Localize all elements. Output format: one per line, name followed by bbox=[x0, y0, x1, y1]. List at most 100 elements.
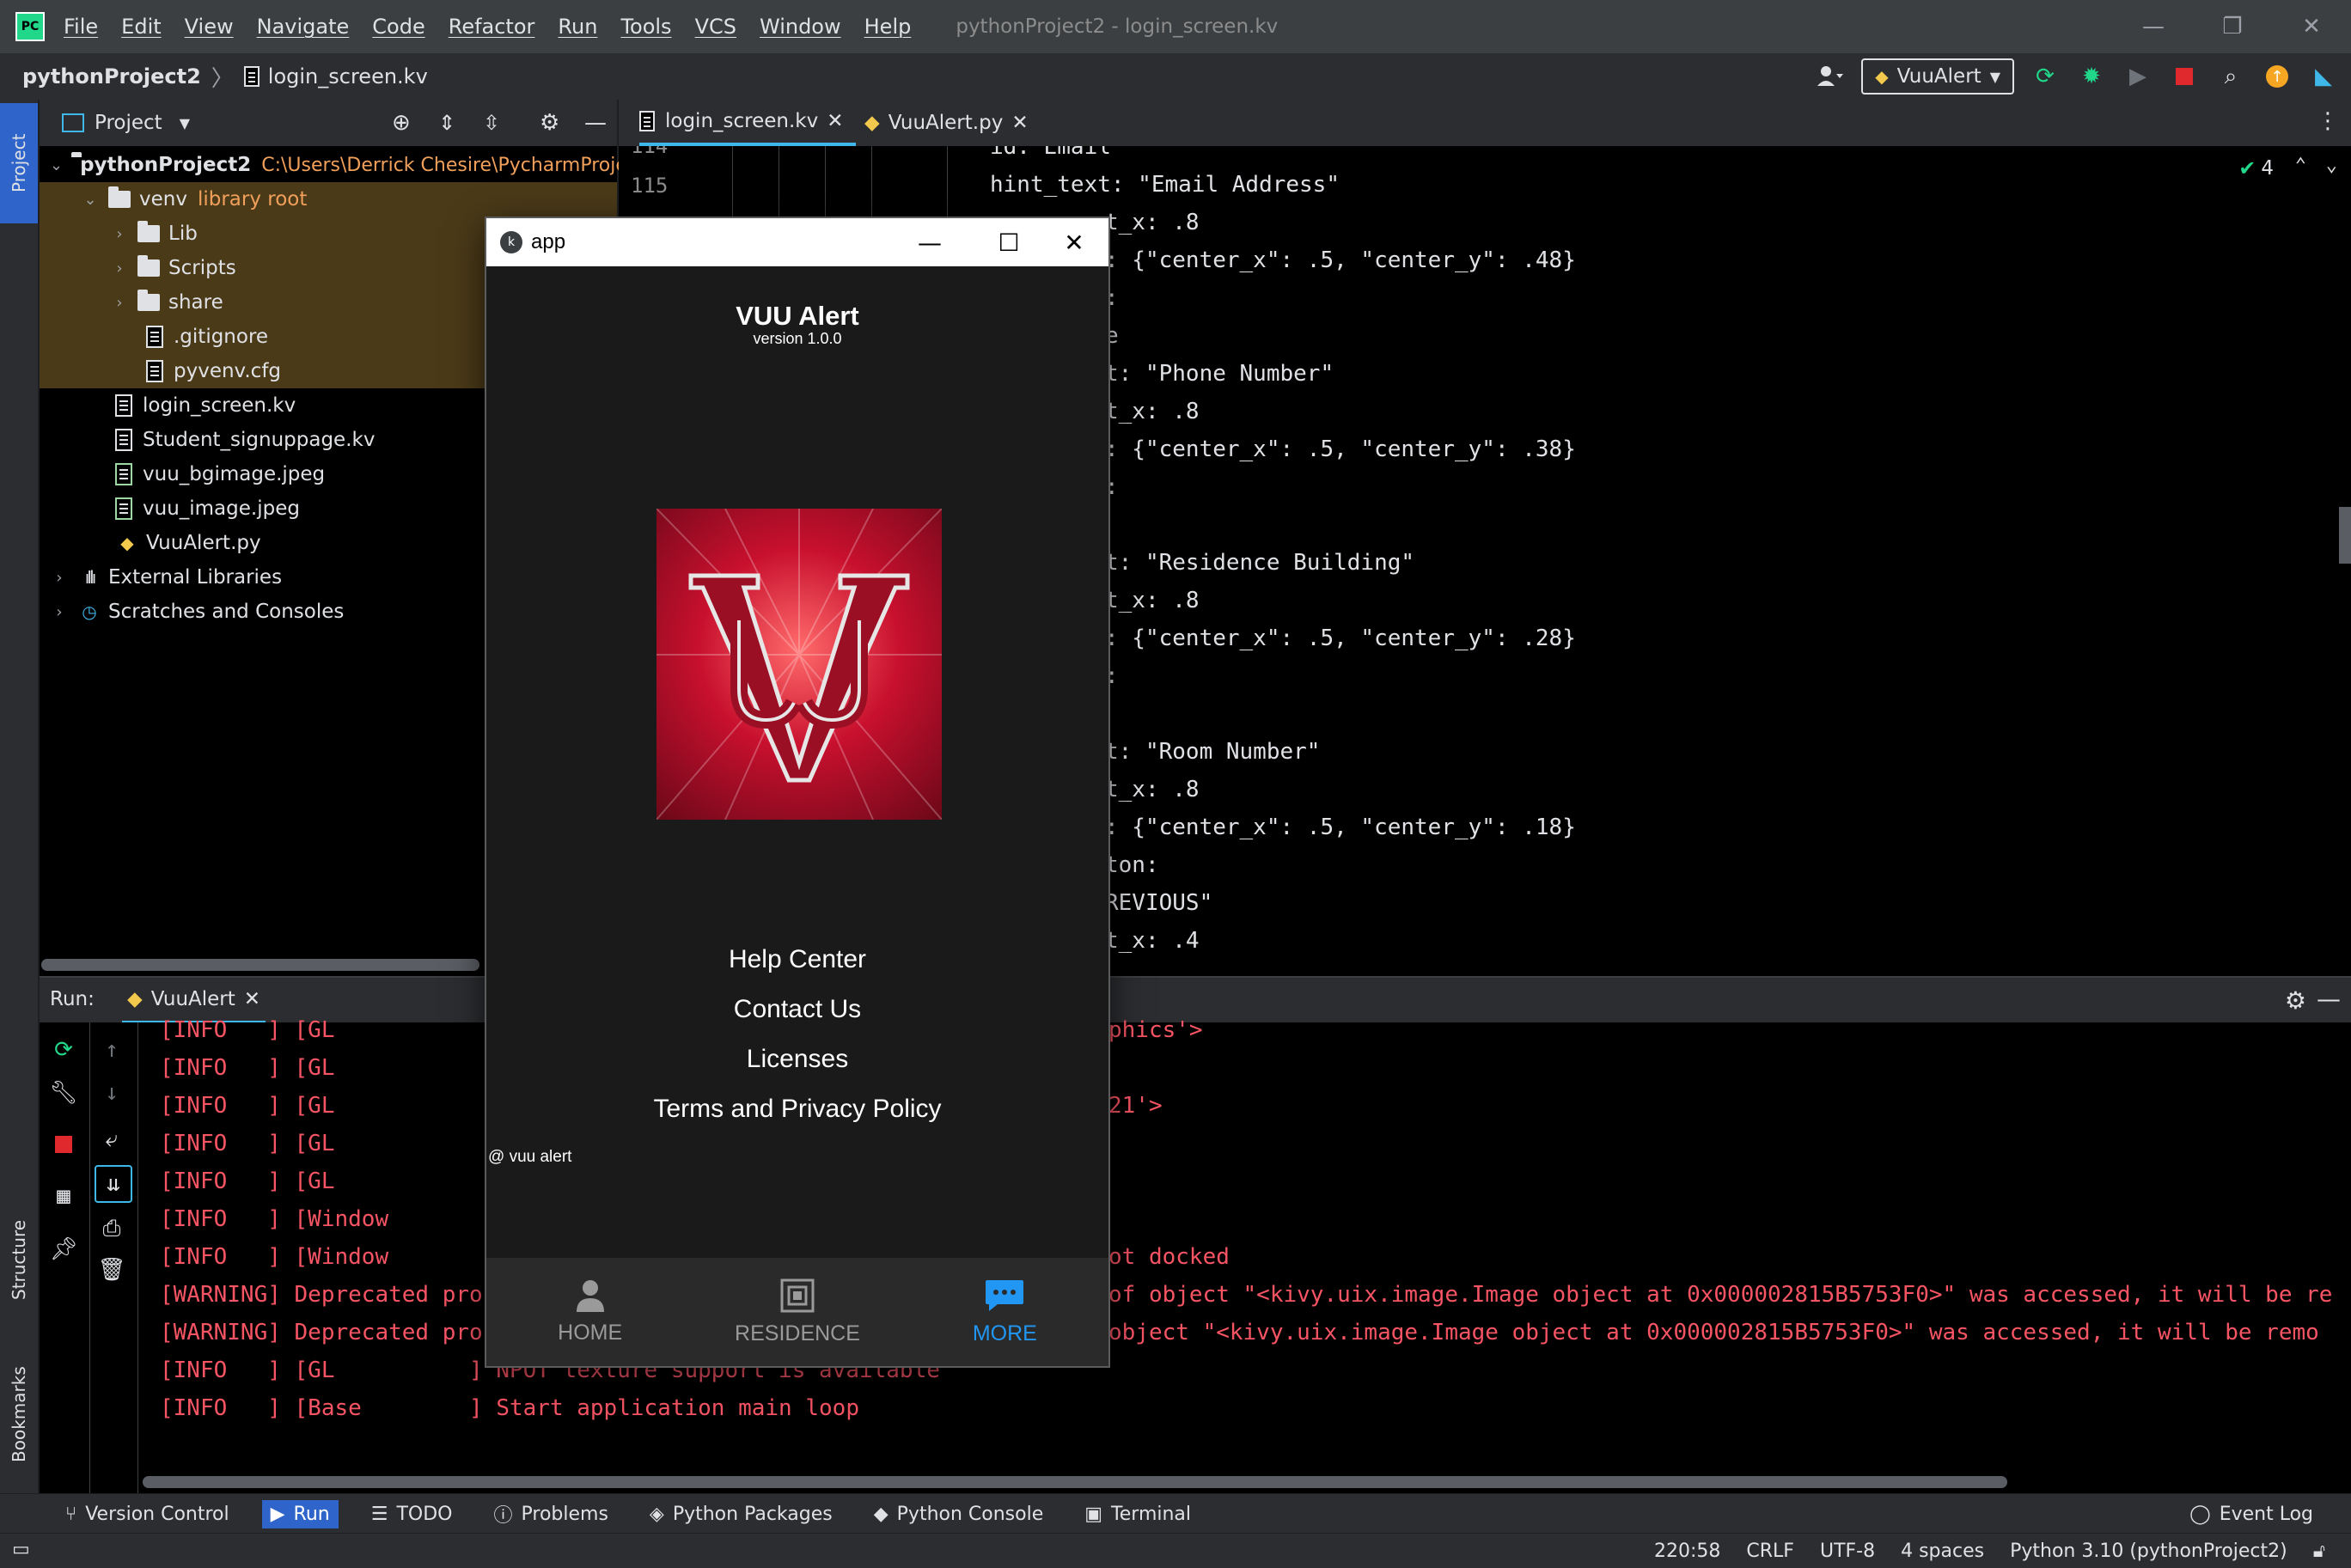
nav-residence[interactable]: RESIDENCE bbox=[693, 1258, 901, 1366]
menu-tools[interactable]: Tools bbox=[620, 15, 671, 39]
chevron-down-icon[interactable]: ⌄ bbox=[2326, 155, 2337, 176]
chevron-right-icon[interactable]: › bbox=[110, 294, 129, 312]
stop-icon[interactable] bbox=[2169, 61, 2200, 92]
trash-icon[interactable]: 🗑︎ bbox=[95, 1253, 129, 1287]
menu-window[interactable]: Window bbox=[760, 15, 841, 39]
close-button[interactable]: ✕ bbox=[2272, 0, 2351, 53]
terminal-tab[interactable]: ▣ Terminal bbox=[1076, 1500, 1200, 1528]
coverage-icon[interactable]: ▶ bbox=[2122, 61, 2153, 92]
menu-help[interactable]: Help bbox=[864, 15, 912, 39]
line-separator[interactable]: CRLF bbox=[1746, 1541, 1794, 1562]
menu-view[interactable]: View bbox=[185, 15, 234, 39]
menu-navigate[interactable]: Navigate bbox=[257, 15, 350, 39]
toggle-panels-icon[interactable]: ▭ bbox=[12, 1539, 30, 1560]
chevron-right-icon[interactable]: › bbox=[110, 259, 129, 278]
contact-us-link[interactable]: Contact Us bbox=[486, 995, 1108, 1024]
menu-edit[interactable]: Edit bbox=[121, 15, 161, 39]
chevron-down-icon[interactable]: ⌄ bbox=[81, 191, 100, 209]
problems-tab[interactable]: ⓘ Problems bbox=[485, 1497, 616, 1531]
menu-code[interactable]: Code bbox=[372, 15, 424, 39]
breadcrumb-file[interactable]: login_screen.kv bbox=[268, 64, 428, 88]
event-log-tab[interactable]: ◯ Event Log bbox=[2181, 1500, 2322, 1528]
horizontal-scrollbar[interactable] bbox=[143, 1476, 2007, 1488]
chevron-right-icon[interactable]: › bbox=[50, 569, 69, 587]
update-icon[interactable]: ↑ bbox=[2262, 61, 2293, 92]
structure-tool-tab[interactable]: Structure bbox=[0, 1191, 38, 1328]
stop-icon[interactable] bbox=[46, 1127, 81, 1162]
chevron-down-icon[interactable]: ▼ bbox=[180, 115, 190, 131]
close-icon[interactable]: ✕ bbox=[244, 988, 260, 1010]
licenses-link[interactable]: Licenses bbox=[486, 1045, 1108, 1074]
inspection-widget[interactable]: ✔ 4 bbox=[2238, 156, 2274, 180]
chevron-right-icon[interactable]: › bbox=[50, 603, 69, 621]
caret-position[interactable]: 220:58 bbox=[1654, 1541, 1720, 1562]
app-maximize-button[interactable]: ☐ bbox=[974, 218, 1043, 266]
project-tool-tab[interactable]: Project bbox=[0, 103, 38, 223]
restore-button[interactable]: ❐ bbox=[2193, 0, 2272, 53]
hide-icon[interactable]: — bbox=[2317, 985, 2341, 1013]
print-icon[interactable]: ⎙ bbox=[95, 1211, 129, 1246]
minimize-button[interactable]: — bbox=[2114, 0, 2193, 53]
code-line: t_x: .8 bbox=[1105, 588, 1200, 613]
rerun-icon[interactable]: ⟳ bbox=[2030, 61, 2061, 92]
layout-icon[interactable]: ▦ bbox=[46, 1179, 81, 1213]
debug-icon[interactable]: ✹ bbox=[2076, 61, 2107, 92]
plugin-icon[interactable]: ◣ bbox=[2308, 61, 2339, 92]
collapse-all-icon[interactable]: ⇳ bbox=[483, 111, 500, 135]
tab-vuualert-py[interactable]: ◆ VuuAlert.py ✕ bbox=[864, 100, 1029, 146]
python-interpreter[interactable]: Python 3.10 (pythonProject2) bbox=[2010, 1541, 2287, 1562]
wrench-icon[interactable]: 🔧︎ bbox=[46, 1076, 81, 1110]
menu-run[interactable]: Run bbox=[558, 15, 597, 39]
chevron-up-icon[interactable]: ⌃ bbox=[2295, 155, 2306, 176]
menu-file[interactable]: File bbox=[64, 15, 98, 39]
pin-icon[interactable]: 📌︎ bbox=[46, 1232, 81, 1266]
help-center-link[interactable]: Help Center bbox=[486, 945, 1108, 974]
run-tab[interactable]: ▶ Run bbox=[261, 1499, 339, 1528]
hide-icon[interactable]: — bbox=[584, 110, 607, 136]
scroll-to-end-icon[interactable]: ⇊ bbox=[95, 1165, 132, 1203]
app-minimize-button[interactable]: — bbox=[895, 218, 964, 266]
bottom-tool-bar: ⑂ Version Control ▶ Run ☰ TODO ⓘ Problem… bbox=[0, 1493, 2351, 1534]
tree-item[interactable]: ⌄ pythonProject2 C:\Users\Derrick Chesir… bbox=[40, 148, 804, 182]
chevron-right-icon[interactable]: › bbox=[110, 225, 129, 243]
more-options-icon[interactable]: ⋮ bbox=[2317, 108, 2339, 134]
tree-item[interactable]: ⌄ venv library root bbox=[40, 182, 617, 217]
arrow-down-icon[interactable]: ↓ bbox=[95, 1076, 129, 1110]
locate-icon[interactable]: ⊕ bbox=[392, 110, 411, 136]
bookmarks-tool-tab[interactable]: Bookmarks bbox=[0, 1337, 38, 1492]
gear-icon[interactable]: ⚙ bbox=[540, 110, 559, 136]
vertical-scrollbar[interactable] bbox=[2339, 507, 2351, 564]
tab-login-screen[interactable]: login_screen.kv ✕ bbox=[639, 100, 856, 146]
close-icon[interactable]: ✕ bbox=[827, 110, 843, 132]
menu-vcs[interactable]: VCS bbox=[695, 15, 736, 39]
project-panel-title[interactable]: Project bbox=[95, 112, 162, 134]
nav-home[interactable]: HOME bbox=[486, 1258, 693, 1366]
file-encoding[interactable]: UTF-8 bbox=[1820, 1541, 1875, 1562]
version-control-tab[interactable]: ⑂ Version Control bbox=[57, 1500, 238, 1528]
indent-setting[interactable]: 4 spaces bbox=[1901, 1541, 1984, 1562]
lock-icon[interactable]: 🔓︎ bbox=[2313, 1541, 2325, 1562]
rerun-icon[interactable]: ⟳ bbox=[46, 1033, 81, 1067]
run-configuration-select[interactable]: ◆ VuuAlert ▼ bbox=[1861, 58, 2014, 95]
horizontal-scrollbar[interactable] bbox=[41, 959, 479, 971]
search-icon[interactable]: ⌕ bbox=[2215, 61, 2246, 92]
nav-more[interactable]: MORE bbox=[901, 1258, 1108, 1366]
gear-icon[interactable]: ⚙ bbox=[2285, 986, 2306, 1015]
menu-refactor[interactable]: Refactor bbox=[449, 15, 535, 39]
navigation-bar: pythonProject2 〉 login_screen.kv ◆ VuuAl… bbox=[0, 53, 2351, 101]
account-icon[interactable] bbox=[1815, 61, 1846, 92]
python-console-tab[interactable]: ◆ Python Console bbox=[865, 1500, 1053, 1528]
todo-tab[interactable]: ☰ TODO bbox=[363, 1500, 461, 1528]
breadcrumb-project[interactable]: pythonProject2 bbox=[22, 64, 201, 88]
soft-wrap-icon[interactable]: ⤶ bbox=[95, 1122, 129, 1156]
arrow-up-icon[interactable]: ↑ bbox=[95, 1033, 129, 1067]
close-icon[interactable]: ✕ bbox=[1011, 112, 1028, 134]
kivy-icon: k bbox=[500, 231, 522, 253]
expand-all-icon[interactable]: ⇕ bbox=[438, 111, 455, 135]
terms-privacy-link[interactable]: Terms and Privacy Policy bbox=[486, 1095, 1108, 1124]
python-packages-tab[interactable]: ◈ Python Packages bbox=[641, 1500, 841, 1528]
code-line: t: "Residence Building" bbox=[1105, 550, 1415, 576]
chevron-down-icon[interactable]: ⌄ bbox=[50, 156, 63, 174]
app-close-button[interactable]: ✕ bbox=[1040, 218, 1108, 266]
run-console[interactable]: ⟳ 🔧︎ ▦ 📌︎ ↑ ↓ ⤶ ⇊ ⎙ 🗑︎ [INFO ] [GL [INFO… bbox=[40, 1017, 2351, 1493]
